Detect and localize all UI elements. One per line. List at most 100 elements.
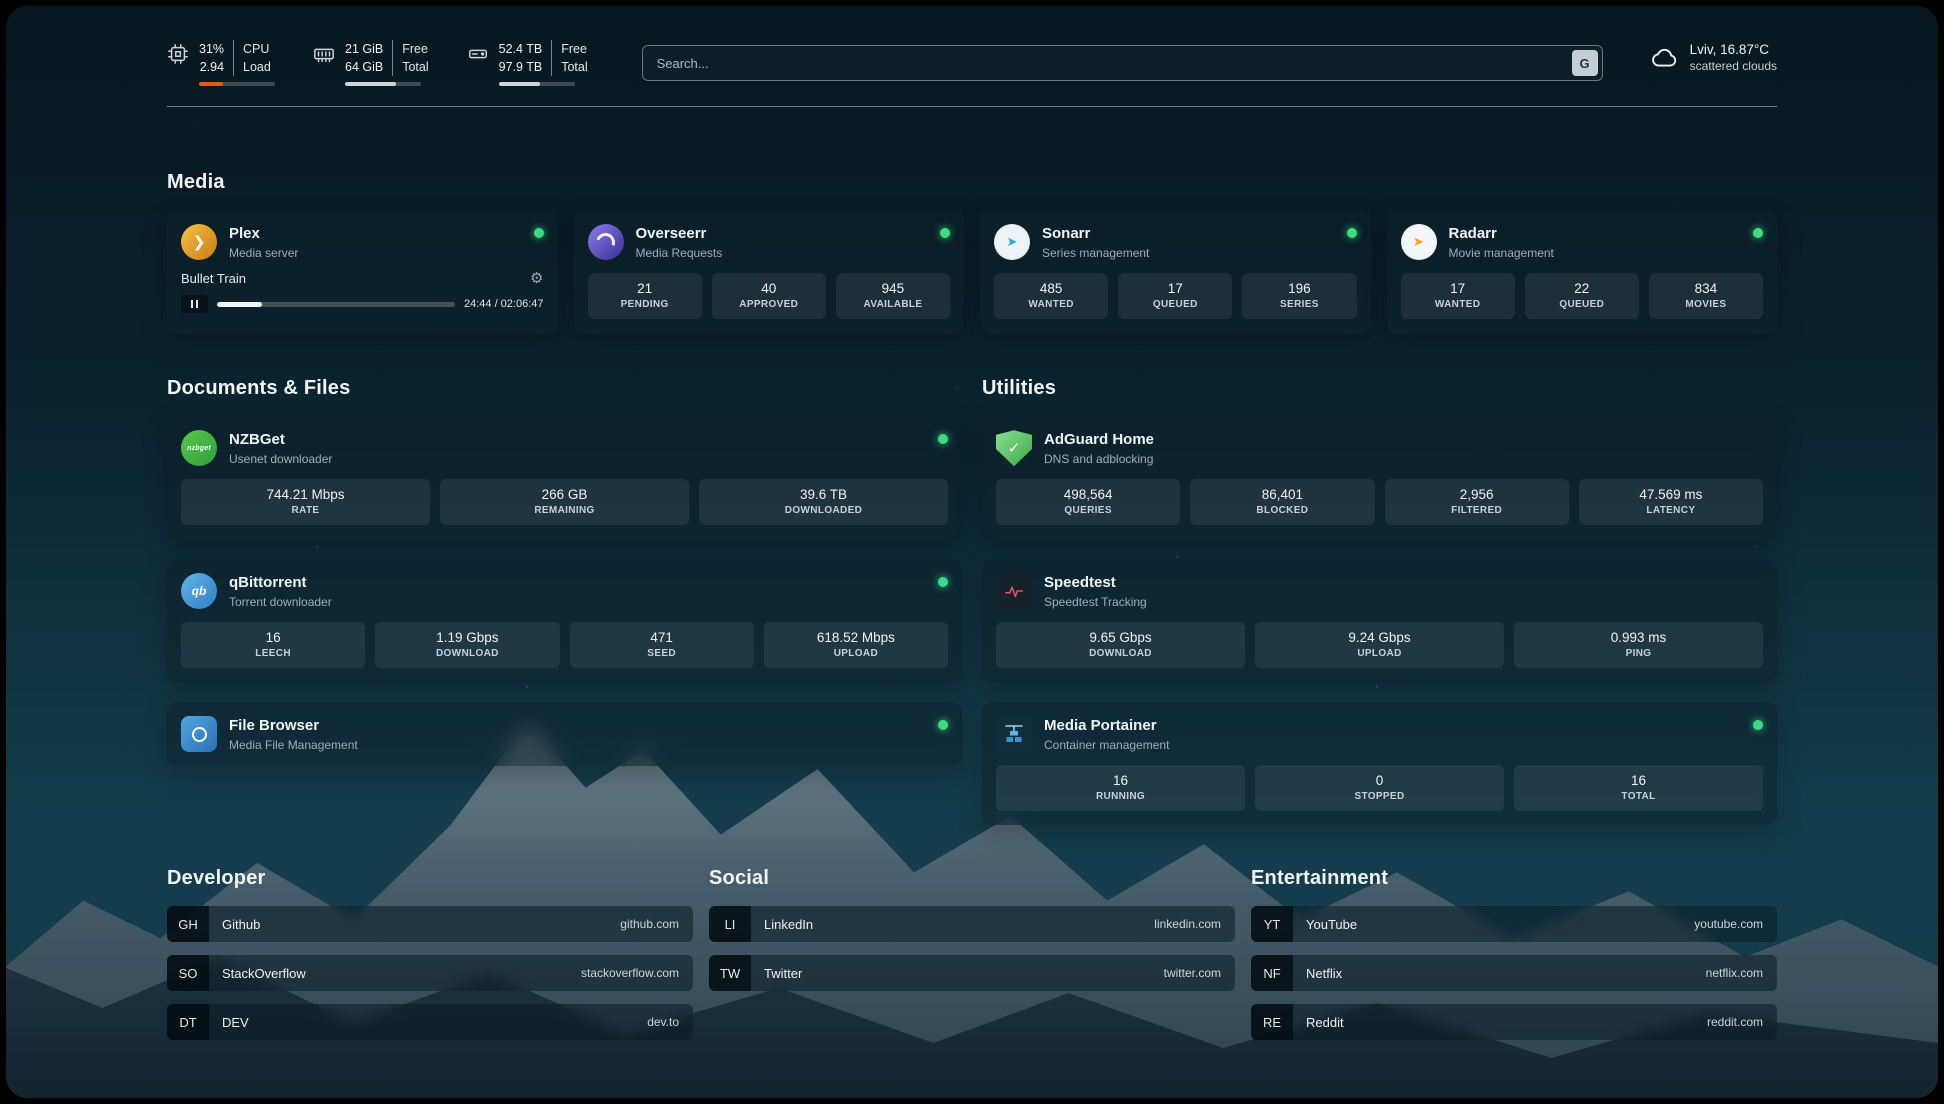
radarr-icon: ➤ (1401, 224, 1437, 260)
disk-usage-bar (499, 82, 575, 86)
app-description: Series management (1042, 246, 1149, 260)
app-card-qbittorrent[interactable]: qb qBittorrent Torrent downloader 16 LEE… (167, 559, 962, 682)
speedtest-icon (996, 573, 1032, 609)
stat-blocked: 86,401 BLOCKED (1190, 479, 1374, 525)
speedtest-card-head: Speedtest Speedtest Tracking (996, 573, 1763, 609)
search-engine-button[interactable]: G (1572, 50, 1598, 76)
bookmark-abbr: DT (167, 1004, 209, 1040)
stat-seed: 471 SEED (570, 622, 754, 668)
stat-value: 471 (574, 630, 750, 645)
stat-label: FILTERED (1389, 505, 1565, 516)
stat-value: 196 (1246, 281, 1352, 296)
bookmark-url: twitter.com (1164, 966, 1235, 980)
status-online-dot (938, 577, 948, 587)
overseerr-icon-arc (593, 230, 618, 255)
app-card-plex[interactable]: ❯ Plex Media server Bullet Train ⚙ (167, 210, 558, 333)
top-bar: 31% 2.94 CPU Load (167, 40, 1777, 86)
app-name: NZBGet (229, 431, 332, 450)
disk-free-label: Free (561, 40, 587, 58)
stat-value: 17 (1405, 281, 1511, 296)
app-card-sonarr[interactable]: ➤ Sonarr Series management 485 WANTED (980, 210, 1371, 333)
cpu-load-label: Load (243, 58, 271, 76)
stat-value: 47.569 ms (1583, 487, 1759, 502)
stat-label: DOWNLOADED (703, 505, 944, 516)
weather-widget[interactable]: Lviv, 16.87°C scattered clouds (1649, 42, 1777, 73)
section-social: Social LI LinkedIn linkedin.com TW Twitt… (709, 825, 1235, 1004)
disk-total-label: Total (561, 58, 587, 76)
stat-value: 39.6 TB (703, 487, 944, 502)
ram-free-label: Free (402, 40, 428, 58)
disk-metric-body: 52.4 TB 97.9 TB Free Total (499, 40, 588, 86)
app-card-speedtest[interactable]: Speedtest Speedtest Tracking 9.65 Gbps D… (982, 559, 1777, 682)
dashboard-frame: 31% 2.94 CPU Load (6, 6, 1938, 1098)
adguard-check-glyph: ✓ (1008, 439, 1021, 457)
gear-icon[interactable]: ⚙ (530, 271, 543, 286)
bookmark-linkedin[interactable]: LI LinkedIn linkedin.com (709, 906, 1235, 942)
app-description: Speedtest Tracking (1044, 595, 1147, 609)
ram-metric-values: 21 GiB 64 GiB Free Total (345, 40, 429, 76)
app-description: Media File Management (229, 738, 358, 752)
bookmark-stackoverflow[interactable]: SO StackOverflow stackoverflow.com (167, 955, 693, 991)
stat-label: UPLOAD (768, 648, 944, 659)
stat-remaining: 266 GB REMAINING (440, 479, 689, 525)
stat-label: REMAINING (444, 505, 685, 516)
app-name: Speedtest (1044, 574, 1147, 593)
stat-label: AVAILABLE (840, 299, 946, 310)
playback-time: 24:44 / 02:06:47 (464, 298, 544, 310)
bookmark-columns: Developer GH Github github.com SO StackO… (167, 825, 1777, 1053)
stat-label: QUEUED (1529, 299, 1635, 310)
radarr-card-head: ➤ Radarr Movie management (1401, 224, 1764, 260)
stat-value: 17 (1122, 281, 1228, 296)
app-card-filebrowser[interactable]: File Browser Media File Management (167, 702, 962, 766)
stat-label: DOWNLOAD (379, 648, 555, 659)
section-utilities: Utilities ✓ AdGuard Home DNS and adblock… (982, 333, 1777, 825)
bookmark-reddit[interactable]: RE Reddit reddit.com (1251, 1004, 1777, 1040)
dashboard-content: 31% 2.94 CPU Load (167, 6, 1777, 1053)
app-card-portainer[interactable]: Media Portainer Container management 16 … (982, 702, 1777, 825)
app-name: Sonarr (1042, 225, 1149, 244)
search-input[interactable] (642, 45, 1603, 81)
section-title-entertainment: Entertainment (1251, 867, 1777, 890)
stat-label: RUNNING (1000, 791, 1241, 802)
stat-rate: 744.21 Mbps RATE (181, 479, 430, 525)
playback-progress-bar[interactable] (217, 302, 455, 307)
stat-queued: 22 QUEUED (1525, 273, 1639, 319)
qbittorrent-icon-label: qb (192, 584, 207, 598)
stat-label: WANTED (998, 299, 1104, 310)
app-card-overseerr[interactable]: Overseerr Media Requests 21 PENDING 40 A… (574, 210, 965, 333)
section-title-social: Social (709, 867, 1235, 890)
section-title-utilities: Utilities (982, 377, 1777, 400)
stat-value: 16 (1518, 773, 1759, 788)
app-card-adguard[interactable]: ✓ AdGuard Home DNS and adblocking 498,56… (982, 416, 1777, 539)
stat-label: STOPPED (1259, 791, 1500, 802)
sonarr-icon-glyph: ➤ (1007, 234, 1018, 250)
bookmark-name: Netflix (1293, 966, 1342, 981)
stat-value: 9.65 Gbps (1000, 630, 1241, 645)
stat-value: 22 (1529, 281, 1635, 296)
stat-value: 86,401 (1194, 487, 1370, 502)
pause-button[interactable] (181, 295, 208, 313)
bookmark-netflix[interactable]: NF Netflix netflix.com (1251, 955, 1777, 991)
nzbget-icon: nzbget (181, 430, 217, 466)
app-card-nzbget[interactable]: nzbget NZBGet Usenet downloader 744.21 M… (167, 416, 962, 539)
bookmark-github[interactable]: GH Github github.com (167, 906, 693, 942)
status-online-dot (940, 228, 950, 238)
cpu-usage-bar (199, 82, 275, 86)
app-card-radarr[interactable]: ➤ Radarr Movie management 17 WANTED (1387, 210, 1778, 333)
bookmark-name: StackOverflow (209, 966, 306, 981)
stat-series: 196 SERIES (1242, 273, 1356, 319)
filebrowser-icon (181, 716, 217, 752)
stat-download: 9.65 Gbps DOWNLOAD (996, 622, 1245, 668)
stat-label: QUERIES (1000, 505, 1176, 516)
app-description: DNS and adblocking (1044, 452, 1154, 466)
section-documents: Documents & Files nzbget NZBGet Usenet d… (167, 333, 962, 766)
bookmark-twitter[interactable]: TW Twitter twitter.com (709, 955, 1235, 991)
bookmark-youtube[interactable]: YT YouTube youtube.com (1251, 906, 1777, 942)
cpu-percent: 31% (199, 40, 224, 58)
stat-label: MOVIES (1653, 299, 1759, 310)
stat-value: 0 (1259, 773, 1500, 788)
stat-label: LEECH (185, 648, 361, 659)
bookmark-dev[interactable]: DT DEV dev.to (167, 1004, 693, 1040)
stat-value: 1.19 Gbps (379, 630, 555, 645)
plex-icon: ❯ (181, 224, 217, 260)
